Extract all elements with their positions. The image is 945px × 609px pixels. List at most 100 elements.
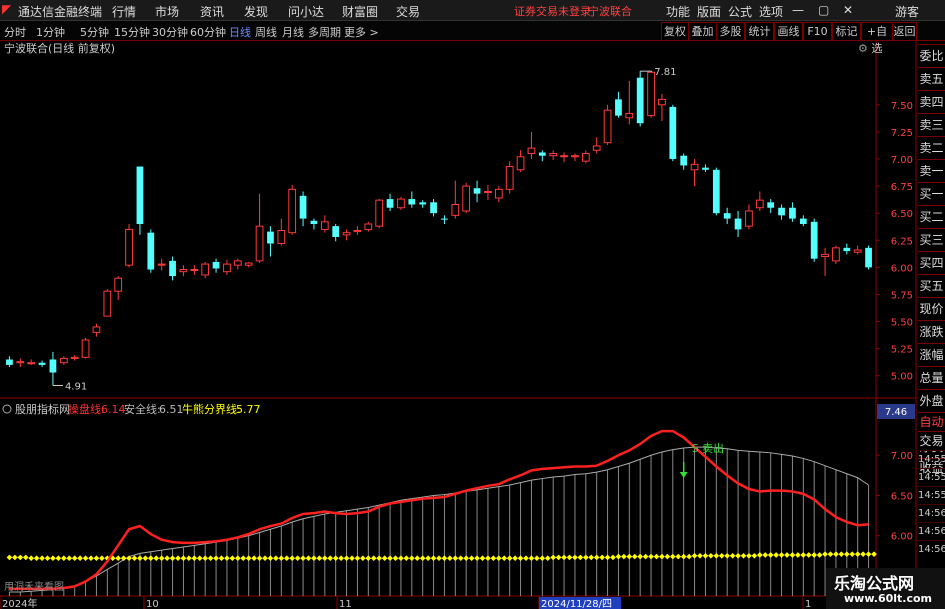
login-status[interactable]: 证券交易未登录 — [514, 3, 591, 19]
menu-zixun[interactable]: 资讯 — [200, 3, 224, 20]
side-buy4[interactable]: 买四 — [918, 251, 945, 274]
side-sell3[interactable]: 卖三 — [918, 113, 945, 136]
y-tick-label: 5.75 — [891, 290, 913, 301]
tick-time: 14:55 — [918, 450, 945, 469]
bull-bear-dot — [376, 555, 383, 562]
menu-banmian[interactable]: 版面 — [697, 3, 721, 20]
period-60min[interactable]: 60分钟 — [190, 24, 226, 40]
side-buy2[interactable]: 买二 — [918, 205, 945, 228]
period-15min[interactable]: 15分钟 — [114, 24, 150, 40]
bull-bear-dot — [860, 551, 866, 558]
chart-canvas: 5.00 5.25 5.50 5.75 6.00 6.25 6.50 6.75 7.00 7.25… — [0, 40, 917, 609]
side-volume[interactable]: 总量 — [918, 366, 945, 389]
app-title: 通达信金融终端 — [18, 5, 103, 19]
bull-bear-dot — [561, 554, 567, 561]
back-button[interactable]: 返回 — [892, 22, 917, 41]
side-sell4[interactable]: 卖四 — [918, 90, 945, 113]
trade-button[interactable]: 交易 — [918, 431, 945, 450]
side-weibi[interactable]: 委比 — [918, 44, 945, 67]
candle-body — [560, 155, 568, 158]
candle-body — [342, 232, 351, 236]
minimize-icon[interactable]: — — [792, 3, 804, 17]
tick-time: 14:56 — [918, 522, 945, 541]
period-multi[interactable]: 多周期 — [308, 24, 341, 40]
bull-bear-dot — [186, 555, 192, 562]
candle-body — [755, 199, 764, 209]
bull-bear-dot — [544, 555, 551, 562]
period-1min[interactable]: 1分钟 — [36, 24, 65, 40]
bull-bear-dot — [12, 554, 18, 561]
draw-button[interactable]: 画线 — [774, 22, 803, 41]
bull-bear-dot — [588, 554, 595, 561]
bull-bear-dot — [550, 554, 557, 561]
line3-value: 5.77 — [236, 403, 261, 416]
candle-body — [865, 247, 872, 268]
candle-body — [212, 261, 220, 269]
line3-label: 牛熊分界线: — [182, 402, 241, 416]
side-sell5[interactable]: 卖五 — [918, 67, 945, 90]
tick-time: 14:55 — [918, 468, 945, 487]
fuquan-button[interactable]: 复权 — [661, 22, 689, 41]
candle-body — [136, 166, 144, 224]
multi-stock-button[interactable]: 多股 — [716, 22, 745, 41]
bull-bear-dot — [300, 555, 306, 562]
menu-xuanxiang[interactable]: 选项 — [759, 3, 783, 20]
bull-bear-dot — [137, 555, 143, 562]
maximize-icon[interactable]: ▢ — [818, 3, 829, 17]
bull-bear-dot — [256, 555, 263, 562]
menu-gongshi[interactable]: 公式 — [728, 3, 752, 20]
sell-arrow-icon — [679, 471, 688, 478]
bull-bear-dot — [822, 551, 828, 558]
side-outer[interactable]: 外盘 — [918, 389, 945, 412]
candle-body — [647, 71, 655, 117]
side-change[interactable]: 涨跌 — [918, 320, 945, 343]
bull-bear-dot — [577, 554, 584, 561]
period-30min[interactable]: 30分钟 — [152, 24, 188, 40]
menu-jiaoyi[interactable]: 交易 — [396, 3, 420, 20]
add-watchlist-button[interactable]: +自选 — [861, 22, 893, 55]
menu-faxian[interactable]: 发现 — [244, 3, 268, 20]
period-5min[interactable]: 5分钟 — [80, 24, 109, 40]
menu-gongneng[interactable]: 功能 — [666, 3, 690, 20]
period-fenshi[interactable]: 分时 — [4, 24, 26, 40]
side-buy3[interactable]: 买三 — [918, 228, 945, 251]
bull-bear-dot — [430, 555, 437, 562]
y-tick-label: 6.00 — [891, 532, 913, 543]
period-weekly[interactable]: 周线 — [255, 24, 277, 40]
f10-button[interactable]: F10 — [803, 22, 832, 41]
bull-bear-dot — [99, 555, 105, 562]
menu-caifuquan[interactable]: 财富圈 — [342, 3, 378, 20]
bull-bear-dot — [805, 552, 812, 558]
bull-bear-dot — [360, 555, 366, 562]
candle-body — [658, 98, 666, 106]
bull-bear-dot — [610, 554, 616, 561]
menu-shichang[interactable]: 市场 — [155, 3, 179, 20]
side-buy5[interactable]: 买五 — [918, 274, 945, 297]
side-sell2[interactable]: 卖二 — [918, 136, 945, 159]
bull-bear-dot — [234, 555, 241, 562]
close-icon[interactable]: ✕ — [843, 3, 853, 17]
stats-button[interactable]: 统计 — [745, 22, 774, 41]
mark-button[interactable]: 标记 — [832, 22, 861, 41]
side-change-pct[interactable]: 涨幅 — [918, 343, 945, 366]
bull-bear-dot — [447, 555, 453, 562]
side-price[interactable]: 现价 — [918, 297, 945, 320]
side-sell1[interactable]: 卖一 — [918, 159, 945, 182]
bull-bear-dot — [528, 555, 535, 562]
period-more[interactable]: 更多 > — [344, 24, 379, 40]
bull-bear-dot — [33, 555, 40, 562]
period-monthly[interactable]: 月线 — [282, 24, 304, 40]
auto-button[interactable]: 自动 — [918, 412, 945, 431]
bull-bear-dot — [245, 555, 252, 562]
menu-hangqing[interactable]: 行情 — [112, 3, 136, 20]
bull-bear-dot — [196, 555, 203, 562]
candle-body — [853, 249, 862, 253]
period-daily[interactable]: 日线 — [229, 24, 251, 40]
menu-wenxiaoda[interactable]: 问小达 — [288, 3, 324, 20]
bull-bear-dot — [414, 555, 421, 562]
overlay-button[interactable]: 叠加 — [688, 22, 717, 41]
candle-body — [364, 223, 373, 230]
side-buy1[interactable]: 买一 — [918, 182, 945, 205]
y-tick-label: 7.50 — [891, 101, 913, 112]
guest-label[interactable]: 游客 — [895, 3, 919, 20]
